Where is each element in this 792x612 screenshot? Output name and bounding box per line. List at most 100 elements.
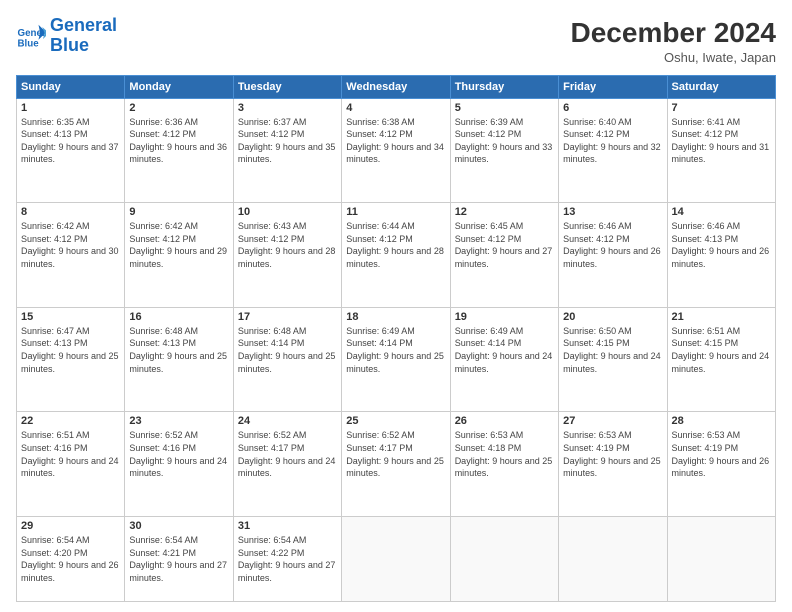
table-row: 8 Sunrise: 6:42 AMSunset: 4:12 PMDaylight… [17,203,125,308]
day-info: Sunrise: 6:48 AMSunset: 4:14 PMDaylight:… [238,325,337,375]
table-row: 5 Sunrise: 6:39 AMSunset: 4:12 PMDaylight… [450,98,558,203]
day-info: Sunrise: 6:51 AMSunset: 4:15 PMDaylight:… [672,325,771,375]
logo: General Blue General Blue [16,16,117,56]
day-info: Sunrise: 6:52 AMSunset: 4:16 PMDaylight:… [129,429,228,479]
table-row: 9 Sunrise: 6:42 AMSunset: 4:12 PMDaylight… [125,203,233,308]
header: General Blue General Blue December 2024 … [16,16,776,65]
day-number: 27 [563,415,662,427]
calendar-table: Sunday Monday Tuesday Wednesday Thursday… [16,75,776,602]
table-row: 13 Sunrise: 6:46 AMSunset: 4:12 PMDayligh… [559,203,667,308]
table-row: 6 Sunrise: 6:40 AMSunset: 4:12 PMDaylight… [559,98,667,203]
table-row: 24Sunrise: 6:52 AMSunset: 4:17 PMDayligh… [233,412,341,517]
day-number: 25 [346,415,445,427]
table-row: 20Sunrise: 6:50 AMSunset: 4:15 PMDayligh… [559,307,667,412]
logo-line1: General [50,15,117,35]
month-title: December 2024 [571,16,776,50]
table-row: 1Sunrise: 6:35 AMSunset: 4:13 PMDaylight… [17,98,125,203]
day-info: Sunrise: 6:53 AMSunset: 4:19 PMDaylight:… [563,429,662,479]
day-info: Sunrise: 6:52 AMSunset: 4:17 PMDaylight:… [238,429,337,479]
table-row [559,517,667,602]
day-info: Sunrise: 6:39 AMSunset: 4:12 PMDaylight:… [455,116,554,166]
week-row-3: 15 Sunrise: 6:47 AMSunset: 4:13 PMDayligh… [17,307,776,412]
table-row [450,517,558,602]
table-row: 23Sunrise: 6:52 AMSunset: 4:16 PMDayligh… [125,412,233,517]
title-block: December 2024 Oshu, Iwate, Japan [571,16,776,65]
day-info: Sunrise: 6:53 AMSunset: 4:18 PMDaylight:… [455,429,554,479]
table-row: 29Sunrise: 6:54 AMSunset: 4:20 PMDayligh… [17,517,125,602]
day-info: Sunrise: 6:42 AMSunset: 4:12 PMDaylight:… [129,220,228,270]
table-row: 26 Sunrise: 6:53 AMSunset: 4:18 PMDayligh… [450,412,558,517]
day-info: Sunrise: 6:49 AMSunset: 4:14 PMDaylight:… [346,325,445,375]
day-number: 31 [238,520,337,532]
day-info: Sunrise: 6:42 AMSunset: 4:12 PMDaylight:… [21,220,120,270]
week-row-2: 8 Sunrise: 6:42 AMSunset: 4:12 PMDaylight… [17,203,776,308]
table-row: 10 Sunrise: 6:43 AMSunset: 4:12 PMDayligh… [233,203,341,308]
col-monday: Monday [125,75,233,98]
day-info: Sunrise: 6:37 AMSunset: 4:12 PMDaylight:… [238,116,337,166]
table-row: 25 Sunrise: 6:52 AMSunset: 4:17 PMDayligh… [342,412,450,517]
table-row: 3 Sunrise: 6:37 AMSunset: 4:12 PMDaylight… [233,98,341,203]
day-info: Sunrise: 6:50 AMSunset: 4:15 PMDaylight:… [563,325,662,375]
table-row: 27 Sunrise: 6:53 AMSunset: 4:19 PMDayligh… [559,412,667,517]
day-info: Sunrise: 6:40 AMSunset: 4:12 PMDaylight:… [563,116,662,166]
day-number: 4 [346,102,445,114]
col-friday: Friday [559,75,667,98]
day-number: 17 [238,311,337,323]
header-row: Sunday Monday Tuesday Wednesday Thursday… [17,75,776,98]
day-number: 1 [21,102,120,114]
day-number: 13 [563,206,662,218]
day-info: Sunrise: 6:47 AMSunset: 4:13 PMDaylight:… [21,325,120,375]
table-row: 30 Sunrise: 6:54 AMSunset: 4:21 PMDayligh… [125,517,233,602]
day-number: 2 [129,102,228,114]
day-number: 9 [129,206,228,218]
svg-text:Blue: Blue [18,38,40,49]
day-number: 8 [21,206,120,218]
day-info: Sunrise: 6:46 AMSunset: 4:12 PMDaylight:… [563,220,662,270]
day-info: Sunrise: 6:51 AMSunset: 4:16 PMDaylight:… [21,429,120,479]
week-row-4: 22 Sunrise: 6:51 AMSunset: 4:16 PMDayligh… [17,412,776,517]
day-info: Sunrise: 6:54 AMSunset: 4:22 PMDaylight:… [238,534,337,584]
table-row: 11 Sunrise: 6:44 AMSunset: 4:12 PMDayligh… [342,203,450,308]
day-info: Sunrise: 6:49 AMSunset: 4:14 PMDaylight:… [455,325,554,375]
week-row-1: 1Sunrise: 6:35 AMSunset: 4:13 PMDaylight… [17,98,776,203]
day-number: 5 [455,102,554,114]
logo-text: General Blue [50,16,117,56]
day-info: Sunrise: 6:43 AMSunset: 4:12 PMDaylight:… [238,220,337,270]
day-number: 26 [455,415,554,427]
table-row: 12Sunrise: 6:45 AMSunset: 4:12 PMDayligh… [450,203,558,308]
day-number: 3 [238,102,337,114]
table-row: 22 Sunrise: 6:51 AMSunset: 4:16 PMDayligh… [17,412,125,517]
table-row [667,517,775,602]
table-row [342,517,450,602]
day-info: Sunrise: 6:44 AMSunset: 4:12 PMDaylight:… [346,220,445,270]
day-number: 11 [346,206,445,218]
week-row-5: 29Sunrise: 6:54 AMSunset: 4:20 PMDayligh… [17,517,776,602]
table-row: 18Sunrise: 6:49 AMSunset: 4:14 PMDayligh… [342,307,450,412]
day-number: 10 [238,206,337,218]
day-number: 16 [129,311,228,323]
day-number: 6 [563,102,662,114]
table-row: 19 Sunrise: 6:49 AMSunset: 4:14 PMDayligh… [450,307,558,412]
col-sunday: Sunday [17,75,125,98]
day-info: Sunrise: 6:48 AMSunset: 4:13 PMDaylight:… [129,325,228,375]
page: General Blue General Blue December 2024 … [0,0,792,612]
table-row: 7Sunrise: 6:41 AMSunset: 4:12 PMDaylight… [667,98,775,203]
table-row: 28Sunrise: 6:53 AMSunset: 4:19 PMDayligh… [667,412,775,517]
day-number: 28 [672,415,771,427]
table-row: 2Sunrise: 6:36 AMSunset: 4:12 PMDaylight… [125,98,233,203]
day-info: Sunrise: 6:54 AMSunset: 4:21 PMDaylight:… [129,534,228,584]
day-number: 15 [21,311,120,323]
logo-line2: Blue [50,35,89,55]
day-number: 12 [455,206,554,218]
day-info: Sunrise: 6:46 AMSunset: 4:13 PMDaylight:… [672,220,771,270]
subtitle: Oshu, Iwate, Japan [571,50,776,65]
col-wednesday: Wednesday [342,75,450,98]
day-number: 14 [672,206,771,218]
day-info: Sunrise: 6:52 AMSunset: 4:17 PMDaylight:… [346,429,445,479]
day-number: 19 [455,311,554,323]
day-number: 22 [21,415,120,427]
col-thursday: Thursday [450,75,558,98]
logo-icon: General Blue [16,21,46,51]
day-number: 30 [129,520,228,532]
day-info: Sunrise: 6:41 AMSunset: 4:12 PMDaylight:… [672,116,771,166]
